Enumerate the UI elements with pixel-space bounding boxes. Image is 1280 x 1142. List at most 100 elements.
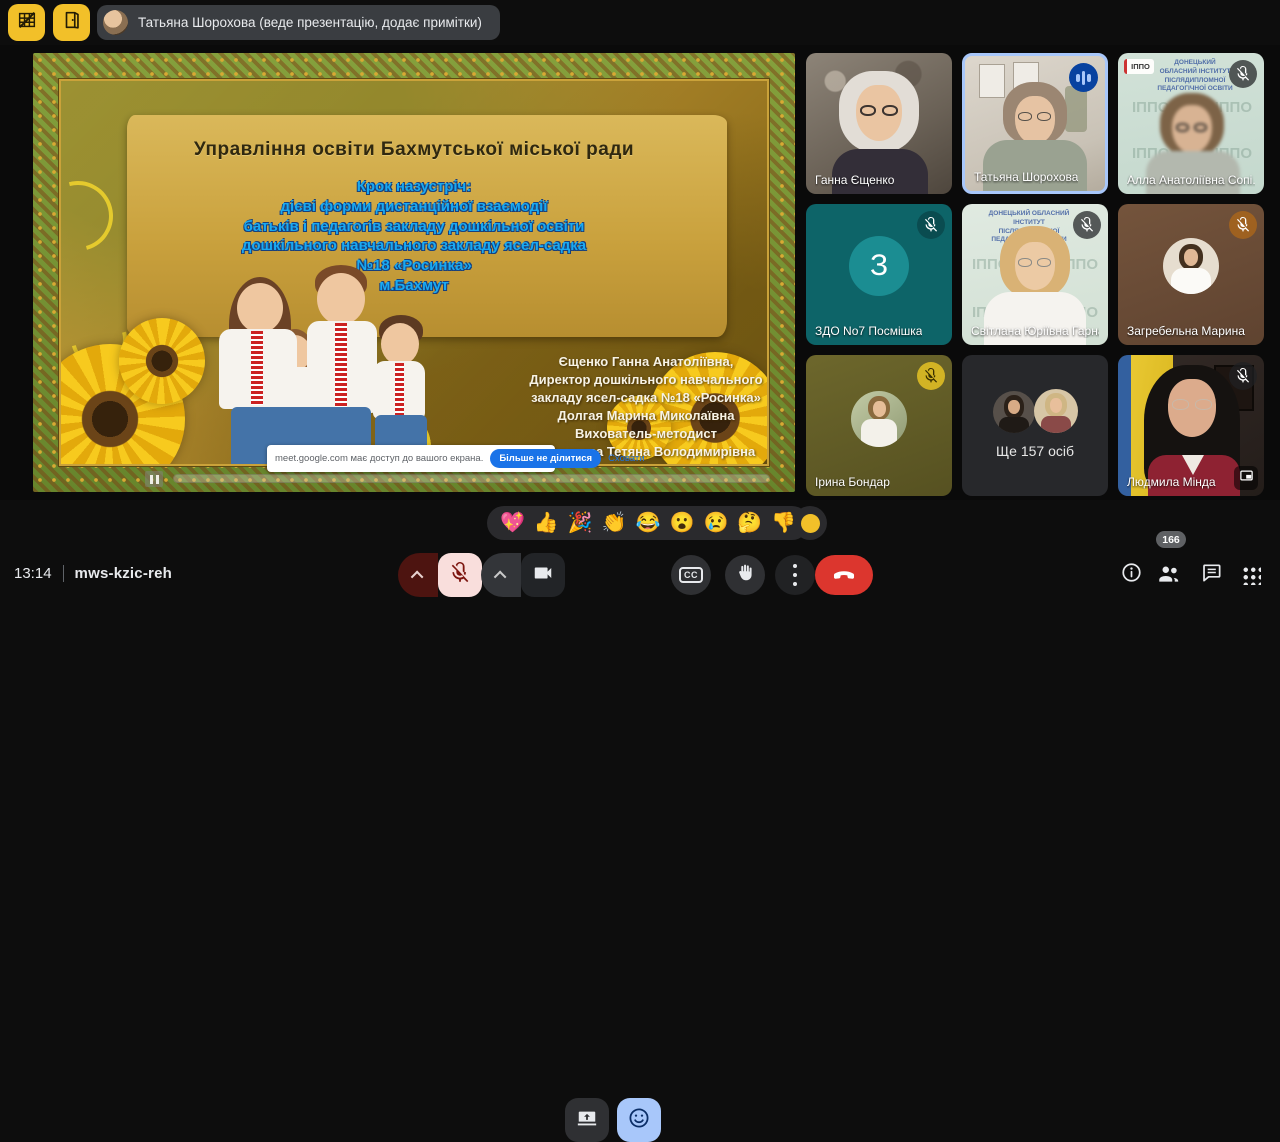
camera-button-group (481, 553, 565, 597)
participant-name: Алла Анатоліївна Сопі... (1127, 173, 1255, 187)
shared-presentation: Управління освіти Бахмутської міської ра… (33, 53, 795, 492)
slide-title: Управління освіти Бахмутської міської ра… (101, 139, 727, 161)
participant-tile[interactable]: Ганна Єщенко (806, 53, 952, 194)
screen-share-banner: meet.google.com має доступ до вашого екр… (267, 445, 555, 472)
reaction-laugh[interactable]: 😂 (636, 513, 661, 533)
participant-avatar (851, 391, 907, 447)
participant-name: Ірина Бондар (815, 475, 890, 489)
meeting-code: mws-kzic-reh (75, 565, 172, 582)
reaction-cry[interactable]: 😢 (703, 513, 728, 533)
present-screen-icon (576, 1107, 598, 1134)
control-bar: 13:14 mws-kzic-reh CC 166 (0, 545, 1280, 605)
extension-button-1[interactable] (8, 4, 45, 41)
reactions-button[interactable] (617, 1098, 661, 1142)
participant-name: Татьяна Шорохова (974, 170, 1078, 184)
family-illustration (211, 271, 481, 466)
more-participants-count: Ще 157 осіб (962, 443, 1108, 459)
audio-indicator-icon (1069, 63, 1098, 92)
mic-muted-icon (1073, 211, 1101, 239)
people-icon (1156, 560, 1182, 591)
participant-tile[interactable]: Людмила Мінда (1118, 355, 1264, 496)
video-progress-bar[interactable] (173, 474, 770, 483)
reaction-heart[interactable]: 💖 (500, 513, 525, 533)
hide-banner-link[interactable]: Сховати (608, 453, 644, 464)
subtitle-line: батьків і педагогів закладу дошкільної о… (101, 217, 727, 237)
reaction-party[interactable]: 🎉 (568, 513, 593, 533)
chevron-up-icon (493, 570, 506, 583)
show-people-button[interactable] (1156, 562, 1182, 588)
participant-tile[interactable]: З ЗДО No7 Посмішка (806, 204, 952, 345)
camera-options-button[interactable] (481, 553, 521, 597)
institute-header: ДОНЕЦЬКИЙ ОБЛАСНИЙ ІНСТИТУТ ПІСЛЯДИПЛОМН… (1156, 59, 1234, 94)
participant-tile-speaking[interactable]: Татьяна Шорохова (962, 53, 1108, 194)
credits-line: Вихователь-методист (461, 425, 769, 443)
participant-name: Людмила Мінда (1127, 475, 1216, 489)
extension-button-2[interactable] (53, 4, 90, 41)
sunflower-decoration (119, 318, 205, 404)
divider (63, 565, 64, 582)
more-options-button[interactable] (775, 555, 815, 595)
pause-button[interactable] (145, 471, 163, 487)
slide-background: Управління освіти Бахмутської міської ра… (59, 79, 769, 466)
mic-muted-icon (1229, 362, 1257, 390)
reaction-thumbs-up[interactable]: 👍 (534, 513, 559, 533)
presenter-status-pill[interactable]: Татьяна Шорохова (веде презентацію, дода… (97, 5, 500, 40)
end-call-icon (831, 561, 857, 590)
door-icon (61, 9, 83, 36)
mic-toggle-button[interactable] (438, 553, 482, 597)
present-screen-button[interactable] (565, 1098, 609, 1142)
participant-grid: Ганна Єщенко Татьяна Шорохова ІППО ДОНЕЦ… (806, 53, 1264, 496)
credits-line: Директор дошкільного навчального (461, 371, 769, 389)
meeting-details-button[interactable] (1118, 562, 1144, 588)
smiley-icon (627, 1106, 651, 1135)
participant-tile[interactable]: ІППО ДОНЕЦЬКИЙ ОБЛАСНИЙ ІНСТИТУТ ПІСЛЯДИ… (1118, 53, 1264, 194)
participant-name: Світлана Юріївна Гарна (971, 324, 1099, 338)
end-call-button[interactable] (815, 555, 873, 595)
chat-button[interactable] (1198, 562, 1224, 588)
credits-line: Долгая Марина Миколаївна (461, 407, 769, 425)
participant-count-badge: 166 (1156, 531, 1186, 548)
skin-tone-icon (801, 514, 820, 533)
skin-tone-selector[interactable] (793, 506, 827, 540)
camera-icon (532, 562, 554, 589)
subtitle-line: дієві форми дистанційної взаємодії (101, 197, 727, 217)
institute-logo: ІППО (1124, 59, 1154, 74)
chat-icon (1200, 561, 1223, 589)
reaction-clap[interactable]: 👏 (602, 513, 627, 533)
captions-icon: CC (679, 567, 703, 583)
top-bar: Татьяна Шорохова (веде презентацію, дода… (0, 0, 1280, 45)
camera-toggle-button[interactable] (521, 553, 565, 597)
captions-button[interactable]: CC (671, 555, 711, 595)
presenter-status-text: Татьяна Шорохова (веде презентацію, дода… (138, 15, 482, 30)
participant-name: ЗДО No7 Посмішка (815, 324, 922, 338)
subtitle-line: Крок назустріч: (101, 177, 727, 197)
mic-off-icon (449, 562, 471, 589)
participant-tile[interactable]: Ірина Бондар (806, 355, 952, 496)
avatar-letter: З (849, 236, 909, 296)
apps-grid-icon (1241, 565, 1261, 585)
overflow-participants-tile[interactable]: Ще 157 осіб (962, 355, 1108, 496)
subtitle-line: дошкільного навчального закладу ясел-сад… (101, 236, 727, 256)
credits-line: закладу ясел-садка №18 «Росинка» (461, 389, 769, 407)
participant-tile[interactable]: Загребельна Марина (1118, 204, 1264, 345)
mic-muted-icon (917, 211, 945, 239)
participant-name: Загребельна Марина (1127, 324, 1245, 338)
presenter-avatar (103, 10, 128, 35)
mic-muted-icon (917, 362, 945, 390)
pip-button[interactable] (1234, 466, 1258, 490)
reaction-surprised[interactable]: 😮 (670, 513, 695, 533)
chevron-up-icon (410, 570, 423, 583)
mic-options-button[interactable] (398, 553, 438, 597)
info-icon (1120, 561, 1143, 589)
raise-hand-icon (735, 562, 756, 588)
reactions-bar: 💖 👍 🎉 👏 😂 😮 😢 🤔 👎 (487, 506, 809, 540)
activities-button[interactable] (1238, 562, 1264, 588)
stop-sharing-button[interactable]: Більше не ділитися (490, 449, 601, 468)
participant-avatar (993, 391, 1035, 433)
reaction-thinking[interactable]: 🤔 (737, 513, 762, 533)
clock-time: 13:14 (14, 565, 52, 582)
mic-muted-icon (1229, 60, 1257, 88)
raise-hand-button[interactable] (725, 555, 765, 595)
participant-tile[interactable]: ДОНЕЦЬКИЙ ОБЛАСНИЙ ІНСТИТУТ ПІСЛЯДИПЛОМН… (962, 204, 1108, 345)
pip-icon (1239, 468, 1254, 488)
